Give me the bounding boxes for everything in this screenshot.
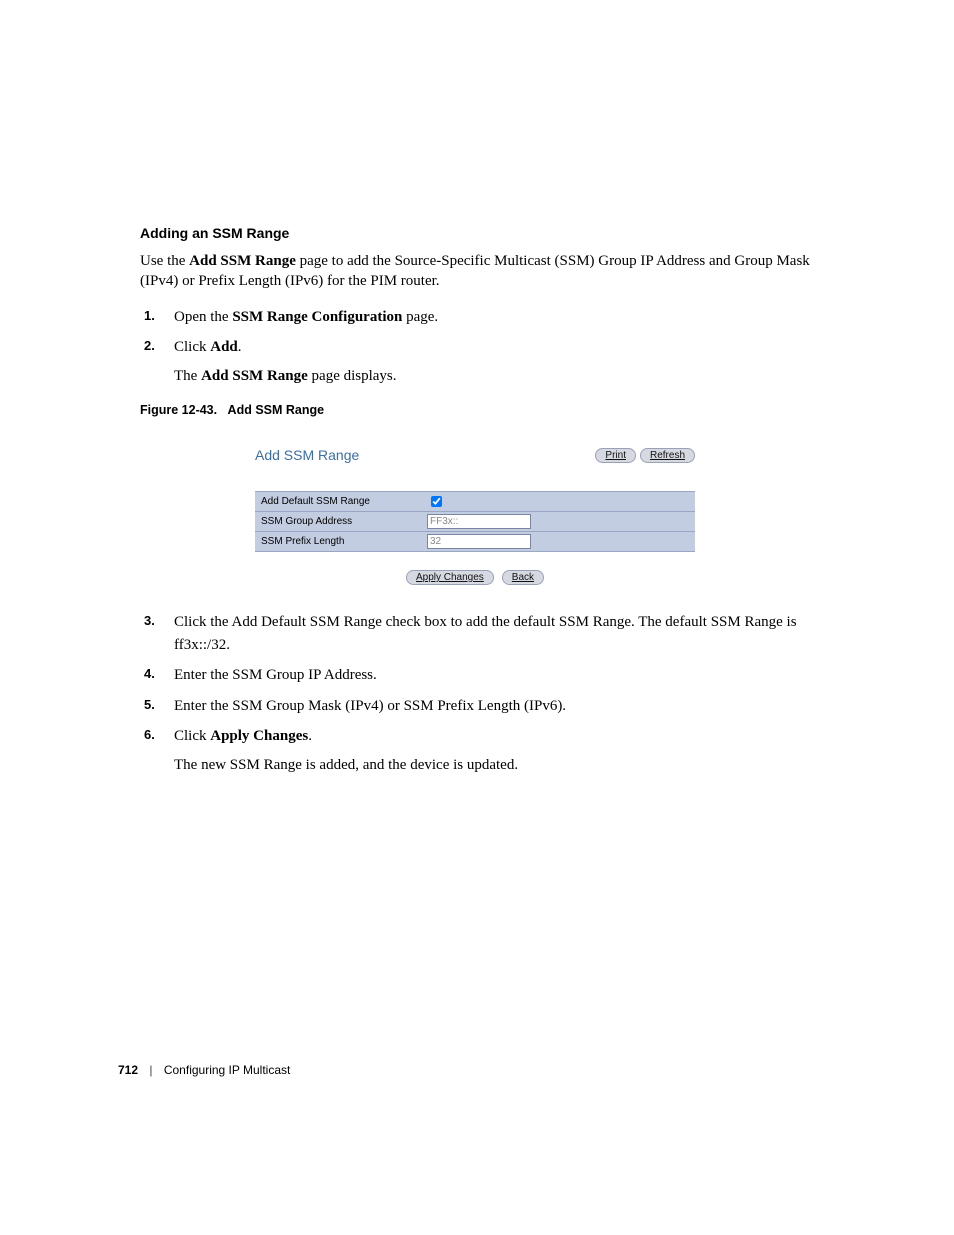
label-add-default: Add Default SSM Range xyxy=(255,492,427,512)
row-add-default: Add Default SSM Range xyxy=(255,492,695,512)
figure-bottom-buttons: Apply Changes Back xyxy=(255,570,695,585)
intro-bold: Add SSM Range xyxy=(189,253,296,269)
step-6-sub: The new SSM Range is added, and the devi… xyxy=(174,754,839,777)
footer-chapter: Configuring IP Multicast xyxy=(164,1063,291,1077)
step-2-sub-c: page displays. xyxy=(308,368,397,384)
cell-rest-1 xyxy=(537,492,695,512)
back-button[interactable]: Back xyxy=(502,570,544,585)
ssm-prefix-length-input[interactable] xyxy=(427,534,531,549)
cell-prefix-length xyxy=(427,532,537,552)
figure-form-table: Add Default SSM Range SSM Group Address … xyxy=(255,491,695,552)
step-6: Click Apply Changes. The new SSM Range i… xyxy=(174,725,839,776)
step-6-text-c: . xyxy=(308,728,312,744)
step-2-sub-a: The xyxy=(174,368,201,384)
step-2-sub-bold: Add SSM Range xyxy=(201,368,308,384)
add-default-ssm-checkbox[interactable] xyxy=(431,496,442,507)
step-5: Enter the SSM Group Mask (IPv4) or SSM P… xyxy=(174,695,839,718)
step-1-bold: SSM Range Configuration xyxy=(232,309,402,325)
step-6-bold: Apply Changes xyxy=(210,728,308,744)
steps-list-top: Open the SSM Range Configuration page. C… xyxy=(140,306,839,388)
step-1-text-c: page. xyxy=(402,309,438,325)
figure-header: Add SSM Range Print Refresh xyxy=(255,447,695,463)
label-prefix-length: SSM Prefix Length xyxy=(255,532,427,552)
step-6-text-a: Click xyxy=(174,728,210,744)
add-ssm-range-figure: Add SSM Range Print Refresh Add Default … xyxy=(255,447,695,585)
page-footer: 712 | Configuring IP Multicast xyxy=(118,1063,290,1077)
footer-separator: | xyxy=(149,1063,152,1077)
cell-checkbox xyxy=(427,492,537,512)
page-number: 712 xyxy=(118,1063,138,1077)
intro-prefix: Use the xyxy=(140,253,189,269)
step-2: Click Add. The Add SSM Range page displa… xyxy=(174,336,839,387)
refresh-button[interactable]: Refresh xyxy=(640,448,695,463)
print-button[interactable]: Print xyxy=(595,448,636,463)
steps-list-bottom: Click the Add Default SSM Range check bo… xyxy=(140,611,839,776)
step-2-text-a: Click xyxy=(174,339,210,355)
step-1-text-a: Open the xyxy=(174,309,232,325)
label-group-address: SSM Group Address xyxy=(255,512,427,532)
figure-caption-number: Figure 12-43. xyxy=(140,403,217,417)
figure-caption: Figure 12-43. Add SSM Range xyxy=(140,403,839,417)
row-prefix-length: SSM Prefix Length xyxy=(255,532,695,552)
cell-rest-2 xyxy=(537,512,695,532)
figure-caption-title: Add SSM Range xyxy=(228,403,325,417)
ssm-group-address-input[interactable] xyxy=(427,514,531,529)
cell-group-address xyxy=(427,512,537,532)
step-2-bold: Add xyxy=(210,339,238,355)
figure-top-buttons: Print Refresh xyxy=(595,448,695,463)
apply-changes-button[interactable]: Apply Changes xyxy=(406,570,494,585)
step-2-text-c: . xyxy=(238,339,242,355)
figure-title: Add SSM Range xyxy=(255,447,359,463)
step-3: Click the Add Default SSM Range check bo… xyxy=(174,611,839,656)
section-heading: Adding an SSM Range xyxy=(140,225,839,241)
intro-paragraph: Use the Add SSM Range page to add the So… xyxy=(140,251,839,292)
step-2-sub: The Add SSM Range page displays. xyxy=(174,365,839,388)
row-group-address: SSM Group Address xyxy=(255,512,695,532)
cell-rest-3 xyxy=(537,532,695,552)
step-4: Enter the SSM Group IP Address. xyxy=(174,664,839,687)
step-1: Open the SSM Range Configuration page. xyxy=(174,306,839,329)
